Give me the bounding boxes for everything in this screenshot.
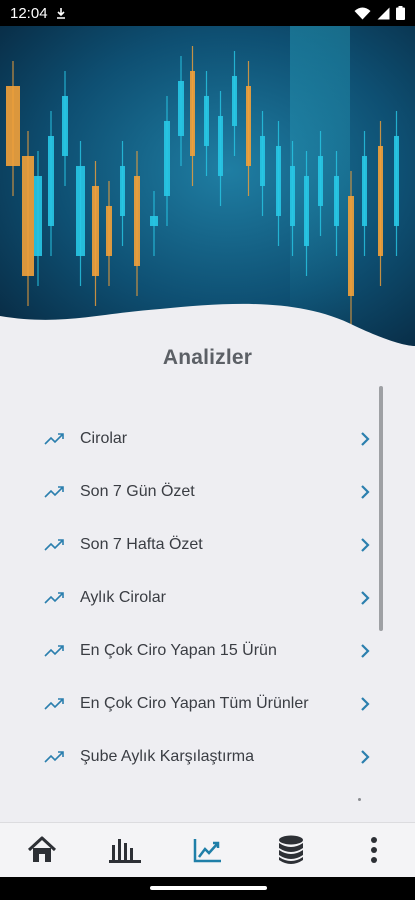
analysis-item[interactable]: En Çok Ciro Yapan 15 Ürün (44, 631, 372, 671)
analysis-item-label: Son 7 Hafta Özet (80, 536, 203, 553)
candle-body (120, 166, 125, 216)
home-icon (27, 836, 56, 862)
battery-icon (396, 6, 405, 20)
analysis-item-label: Cirolar (80, 430, 128, 447)
list-scrollbar[interactable] (379, 386, 383, 631)
chevron-right-icon (361, 538, 370, 552)
chevron-right-icon (361, 644, 370, 658)
trending-up-icon (44, 645, 64, 657)
candle-body (134, 176, 140, 266)
analysis-item-label: Şube Aylık Karşılaştırma (80, 748, 254, 765)
analysis-item-label: Aylık Cirolar (80, 589, 166, 606)
candle-body (6, 86, 20, 166)
candle-body (178, 81, 184, 136)
bottom-nav (0, 822, 415, 877)
candle-body (22, 156, 34, 276)
analysis-item-label: En Çok Ciro Yapan Tüm Ürünler (80, 695, 309, 712)
candle-body (62, 96, 68, 156)
candle-body (76, 166, 85, 256)
nav-more-button[interactable] (344, 828, 404, 872)
candle-body (318, 156, 323, 206)
chevron-right-icon (361, 432, 370, 446)
header-chart-image (0, 26, 415, 346)
candle-body (150, 216, 158, 226)
status-bar: 12:04 (0, 0, 415, 26)
candle-body (218, 116, 223, 176)
download-icon (56, 8, 65, 19)
trending-up-icon (193, 839, 221, 863)
candle-body (246, 86, 251, 166)
candle-body (190, 71, 195, 156)
chevron-right-icon (361, 591, 370, 605)
candle-body (260, 136, 265, 186)
analysis-item[interactable]: Son 7 Hafta Özet (44, 525, 372, 565)
trending-up-icon (44, 433, 64, 445)
analysis-item-label: En Çok Ciro Yapan 15 Ürün (80, 642, 277, 659)
trending-up-icon (44, 592, 64, 604)
status-time: 12:04 (10, 4, 48, 22)
candle-body (304, 176, 309, 246)
trending-up-icon (44, 751, 64, 763)
analysis-item[interactable]: Aylık Cirolar (44, 578, 372, 618)
list-overflow-indicator (358, 798, 361, 801)
nav-data-button[interactable] (261, 828, 321, 872)
signal-icon (377, 7, 390, 19)
database-icon (278, 835, 303, 864)
bar-chart-icon (108, 839, 141, 863)
analysis-item[interactable]: En Çok Ciro Yapan Tüm Ürünler (44, 684, 372, 724)
candle-body (290, 166, 295, 226)
more-vert-icon (370, 837, 377, 863)
trending-up-icon (44, 539, 64, 551)
wifi-icon (354, 7, 371, 19)
candle-body (48, 136, 54, 226)
trending-up-icon (44, 486, 64, 498)
chevron-right-icon (361, 485, 370, 499)
nav-analysis-button[interactable] (178, 828, 238, 872)
system-navigation-bar (0, 877, 415, 900)
candle-body (164, 121, 170, 196)
candle-body (276, 146, 281, 216)
candle-body (106, 206, 112, 256)
candle-body (394, 136, 399, 226)
analysis-item[interactable]: Son 7 Gün Özet (44, 472, 372, 512)
candle-body (232, 76, 237, 126)
candle-body (362, 156, 367, 226)
analysis-item[interactable]: Şube Aylık Karşılaştırma (44, 737, 372, 777)
analysis-item[interactable]: Cirolar (44, 419, 372, 459)
candle-body (204, 96, 209, 146)
candle-body (334, 176, 339, 226)
chevron-right-icon (361, 697, 370, 711)
trending-up-icon (44, 698, 64, 710)
candle-body (378, 146, 383, 256)
nav-home-button[interactable] (12, 828, 72, 872)
candle-body (34, 176, 42, 256)
nav-reports-button[interactable] (95, 828, 155, 872)
candle-body (92, 186, 99, 276)
analysis-item-label: Son 7 Gün Özet (80, 483, 195, 500)
page-title: Analizler (162, 346, 253, 369)
gesture-handle[interactable] (150, 886, 267, 890)
chevron-right-icon (361, 750, 370, 764)
candle-body (348, 196, 354, 296)
